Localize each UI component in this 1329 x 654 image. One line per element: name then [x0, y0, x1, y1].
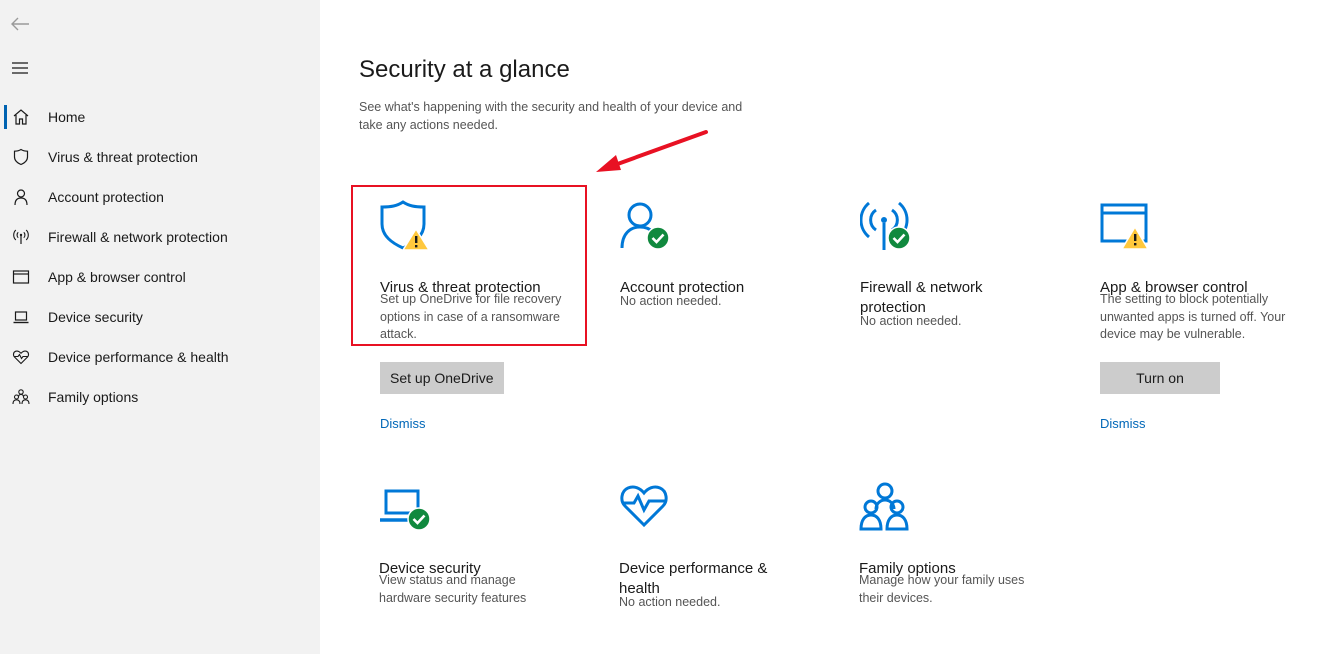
sidebar-item-family[interactable]: Family options: [0, 377, 320, 417]
sidebar-item-label: Home: [48, 109, 86, 125]
tile-description: Manage how your family uses their device…: [859, 573, 1025, 605]
home-icon: [11, 107, 31, 127]
sidebar-item-label: Device security: [48, 309, 143, 325]
sidebar-item-home[interactable]: Home: [0, 97, 320, 137]
sidebar-item-label: Firewall & network protection: [48, 229, 228, 245]
dismiss-link[interactable]: Dismiss: [380, 416, 426, 431]
sidebar-nav: Home Virus & threat protection Account p…: [0, 97, 320, 417]
tile-description: No action needed.: [860, 314, 962, 328]
sidebar-item-label: Account protection: [48, 189, 164, 205]
family-icon: [859, 482, 909, 531]
person-icon: [11, 187, 31, 207]
red-arrow-annotation: [596, 130, 708, 172]
tile-description: No action needed.: [619, 595, 721, 609]
tile-description: The setting to block potentially unwante…: [1100, 292, 1286, 341]
turn-on-button[interactable]: Turn on: [1100, 362, 1220, 394]
shield-icon: [11, 147, 31, 167]
sidebar-item-performance[interactable]: Device performance & health: [0, 337, 320, 377]
sidebar-item-virus[interactable]: Virus & threat protection: [0, 137, 320, 177]
tile-device-security[interactable]: Device security View status and manage h…: [379, 481, 589, 611]
sidebar-item-device-security[interactable]: Device security: [0, 297, 320, 337]
browser-warning-icon: [1100, 203, 1149, 250]
back-button[interactable]: [8, 12, 32, 36]
tile-description: View status and manage hardware security…: [379, 573, 527, 605]
highlight-box: [351, 185, 587, 346]
tile-app-browser: App & browser control The setting to blo…: [1100, 200, 1310, 440]
dismiss-link[interactable]: Dismiss: [1100, 416, 1146, 431]
tile-firewall-network[interactable]: Firewall & network protection No action …: [860, 200, 1070, 330]
tile-family-options[interactable]: Family options Manage how your family us…: [859, 481, 1069, 611]
tile-description: No action needed.: [620, 294, 722, 308]
laptop-icon: [11, 307, 31, 327]
tile-title: Device performance & health: [619, 560, 768, 597]
page-title: Security at a glance: [359, 56, 570, 83]
sidebar-item-account[interactable]: Account protection: [0, 177, 320, 217]
sidebar-item-label: Family options: [48, 389, 139, 405]
heart-pulse-icon: [620, 485, 668, 528]
setup-onedrive-button[interactable]: Set up OneDrive: [380, 362, 504, 394]
tile-title: Firewall & network protection: [860, 279, 983, 316]
sidebar-item-label: Virus & threat protection: [48, 149, 198, 165]
laptop-check-icon: [380, 489, 431, 531]
menu-button[interactable]: [8, 56, 32, 80]
family-icon: [11, 387, 31, 407]
sidebar-item-app-browser[interactable]: App & browser control: [0, 257, 320, 297]
sidebar: Home Virus & threat protection Account p…: [0, 0, 320, 654]
back-arrow-icon: [11, 17, 29, 31]
sidebar-item-label: App & browser control: [48, 269, 186, 285]
tile-account-protection[interactable]: Account protection No action needed.: [620, 200, 830, 320]
heart-pulse-icon: [11, 347, 31, 367]
person-check-icon: [620, 202, 670, 250]
sidebar-item-label: Device performance & health: [48, 349, 229, 365]
hamburger-icon: [12, 62, 28, 74]
browser-window-icon: [11, 267, 31, 287]
antenna-check-icon: [860, 201, 911, 250]
sidebar-item-firewall[interactable]: Firewall & network protection: [0, 217, 320, 257]
tile-device-performance[interactable]: Device performance & health No action ne…: [619, 481, 829, 611]
antenna-icon: [11, 227, 31, 247]
